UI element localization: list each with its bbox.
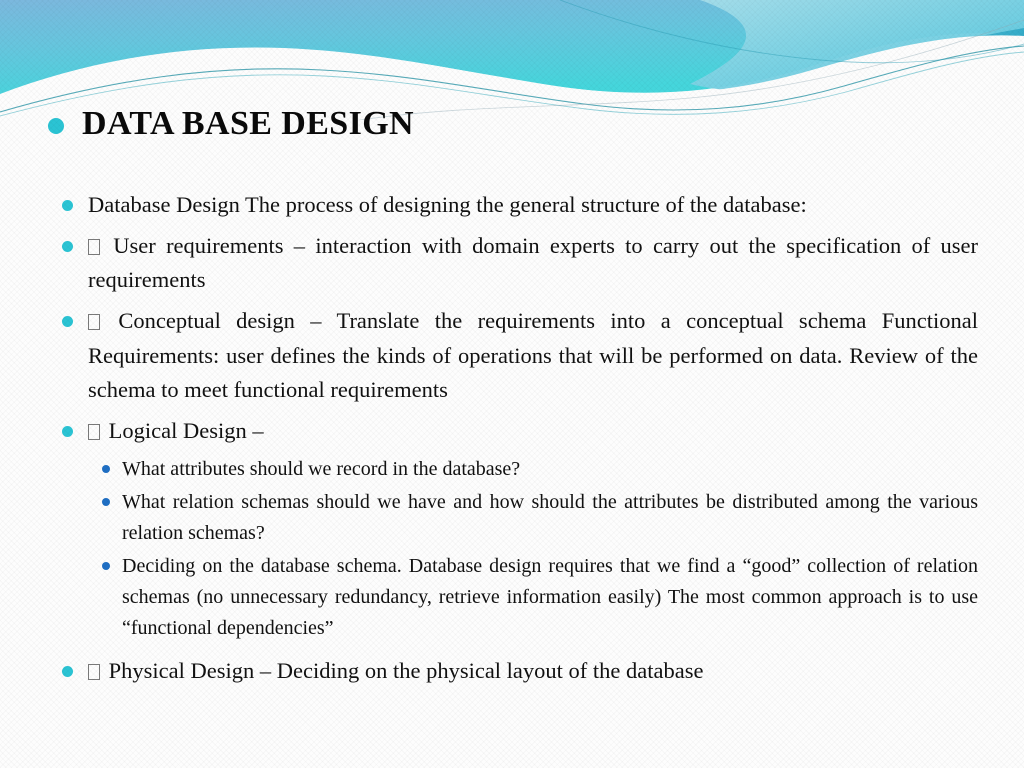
missing-glyph-icon bbox=[88, 664, 100, 681]
bullet-text: User requirements – interaction with dom… bbox=[88, 232, 978, 293]
bullet-level2: What attributes should we record in the … bbox=[94, 454, 978, 485]
bullet-text: What relation schemas should we have and… bbox=[122, 491, 978, 545]
title-text: DATA BASE DESIGN bbox=[82, 105, 415, 142]
bullet-dot-icon bbox=[102, 465, 110, 474]
bullet-dot-icon bbox=[102, 498, 110, 507]
bullet-dot-icon bbox=[102, 562, 110, 571]
bullet-text: Deciding on the database schema. Databas… bbox=[122, 555, 978, 640]
bullet-text: Database Design The process of designing… bbox=[88, 192, 807, 217]
title-bullet-icon bbox=[48, 118, 64, 134]
missing-glyph-icon bbox=[88, 313, 100, 330]
sub-bullet-group: What attributes should we record in the … bbox=[48, 454, 978, 644]
bullet-dot-icon bbox=[62, 315, 73, 327]
slide-content: DATA BASE DESIGN Database Design The pro… bbox=[0, 0, 1024, 768]
bullet-text: What attributes should we record in the … bbox=[122, 458, 521, 481]
bullet-dot-icon bbox=[62, 200, 73, 211]
bullet-level1: Conceptual design – Translate the requir… bbox=[48, 304, 978, 408]
bullet-text: Logical Design – bbox=[108, 417, 264, 443]
bullet-dot-icon bbox=[62, 240, 73, 252]
bullet-level1: Physical Design – Deciding on the physic… bbox=[48, 654, 978, 689]
bullet-dot-icon bbox=[62, 666, 73, 678]
bullet-dot-icon bbox=[62, 425, 73, 437]
bullet-text: Physical Design – Deciding on the physic… bbox=[108, 658, 704, 684]
bullet-list: Database Design The process of designing… bbox=[48, 188, 978, 695]
page-title: DATA BASE DESIGN bbox=[48, 104, 988, 144]
bullet-level1: Logical Design – bbox=[48, 414, 978, 449]
bullet-text: Conceptual design – Translate the requir… bbox=[88, 307, 978, 403]
bullet-level1: Database Design The process of designing… bbox=[48, 188, 978, 223]
missing-glyph-icon bbox=[88, 423, 100, 440]
slide: DATA BASE DESIGN Database Design The pro… bbox=[0, 0, 1024, 768]
bullet-level2: What relation schemas should we have and… bbox=[94, 487, 978, 549]
bullet-level1: User requirements – interaction with dom… bbox=[48, 229, 978, 298]
missing-glyph-icon bbox=[88, 238, 100, 255]
bullet-level2: Deciding on the database schema. Databas… bbox=[94, 551, 978, 644]
